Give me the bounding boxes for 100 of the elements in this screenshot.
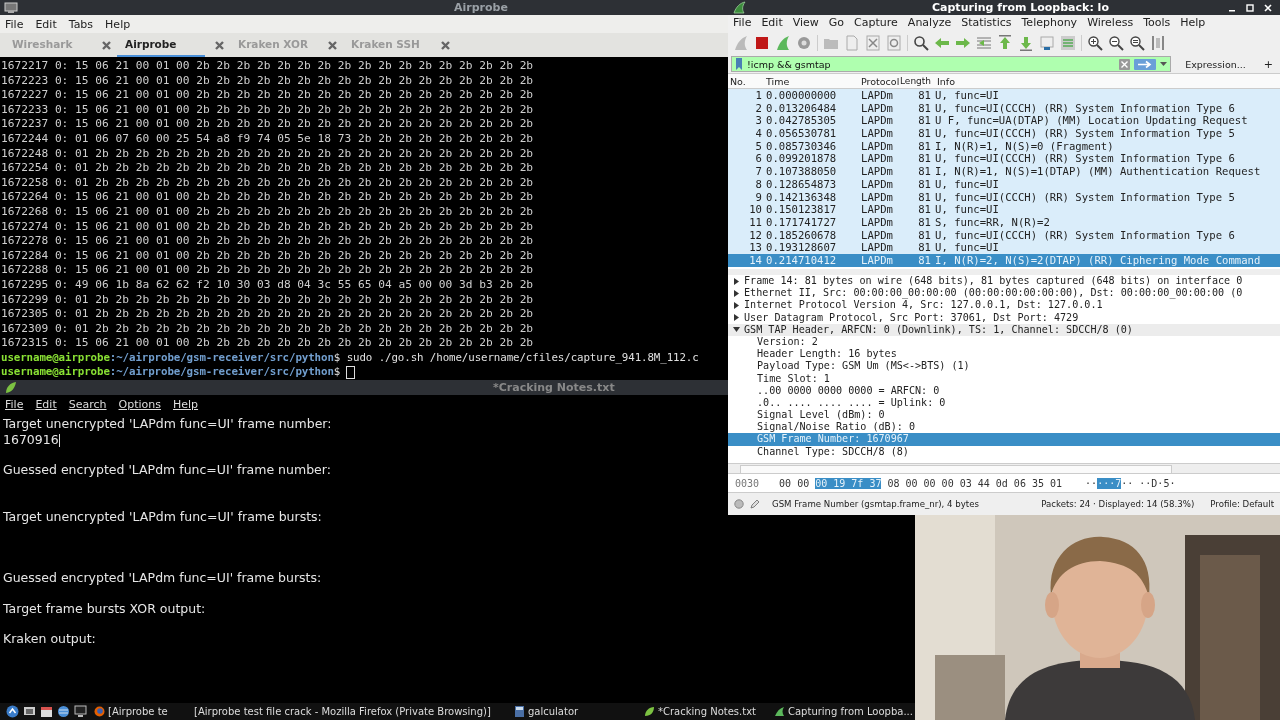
tree-item[interactable]: Signal Level (dBm): 0 <box>728 409 1280 422</box>
leaf-icon <box>644 706 655 717</box>
packet-row[interactable]: 10 0.150123817 LAPDm 81 U, func=UI <box>728 203 1280 216</box>
settings-icon[interactable] <box>796 34 812 51</box>
restart-icon[interactable] <box>775 34 791 51</box>
packet-row[interactable]: 4 0.056530781 LAPDm 81 U, func=UI(CCCH) (RR) System Information Type 5 <box>728 127 1280 140</box>
column-header[interactable]: Time <box>766 75 861 87</box>
column-header[interactable]: Length <box>900 76 937 86</box>
packet-row[interactable]: 6 0.099201878 LAPDm 81 U, func=UI(CCCH) (RR) System Information Type 6 <box>728 152 1280 166</box>
reload-icon[interactable] <box>886 34 902 51</box>
tree-item[interactable]: Header Length: 16 bytes <box>728 348 1280 361</box>
packet-row[interactable]: 13 0.193128607 LAPDm 81 U, func=UI <box>728 241 1280 254</box>
desktop-icon[interactable] <box>23 705 36 718</box>
hex-bytes: 00 00 03 44 0d 06 35 01 <box>923 477 1063 489</box>
menu-item[interactable]: Edit <box>35 397 57 411</box>
column-header[interactable]: No. <box>728 75 766 87</box>
table-cell-text: 14 <box>748 253 762 267</box>
menu-item[interactable]: Tools <box>1143 16 1171 29</box>
menu-item[interactable]: Wireless <box>1087 16 1134 29</box>
table-cell-text: 0.000000000 <box>765 89 838 102</box>
menu-item[interactable]: Help <box>105 17 131 31</box>
filter-field[interactable]: !icmp && gsmtap <box>731 56 1172 72</box>
packet-row[interactable]: 1 0.000000000 LAPDm 81 U, func=UI <box>728 89 1280 102</box>
menu-item[interactable]: File <box>5 397 24 411</box>
menu-item[interactable]: Tabs <box>68 17 94 31</box>
table-cell-text: 81 <box>917 139 931 153</box>
pencil-icon[interactable] <box>750 499 760 509</box>
collapse-arrow-icon[interactable] <box>733 326 740 334</box>
packet-row[interactable]: 7 0.107388050 LAPDm 81 I, N(R)=1, N(S)=1(DTAP) (MM) Authentication Request <box>728 165 1280 178</box>
taskbar-item[interactable]: *Cracking Notes.txt <box>641 704 767 719</box>
tree-item[interactable]: User Datagram Protocol, Src Port: 37061, Dst Port: 4729 <box>728 311 1280 324</box>
monitor-icon[interactable] <box>74 705 87 718</box>
menu-item[interactable]: Analyze <box>907 16 952 29</box>
tree-item[interactable]: ..00 0000 0000 0000 = ARFCN: 0 <box>728 384 1280 397</box>
table-cell-text: I, N(R)=1, N(S)=0 (Fragment) <box>934 139 1114 153</box>
taskbar-item[interactable]: galculator <box>511 704 637 719</box>
zoom-reset-icon[interactable] <box>1129 34 1145 51</box>
packet-row[interactable]: 3 0.042785305 LAPDm 81 U F, func=UA(DTAP) (MM) Location Updating Request <box>728 114 1280 128</box>
taskbar-item[interactable]: [Airprobe te <box>91 704 187 719</box>
clear-icon[interactable] <box>1119 58 1131 70</box>
menu-item[interactable]: File <box>733 16 752 29</box>
menu-item[interactable]: Statistics <box>961 16 1012 29</box>
column-header[interactable]: Protocol <box>861 75 900 87</box>
table-cell-text: 0.185260678 <box>765 228 838 242</box>
zoom-out-icon[interactable] <box>1108 34 1124 51</box>
menu-item[interactable]: Search <box>68 397 107 411</box>
terminal-line: 1672248 0: 01 2b 2b 2b 2b 2b 2b 2b 2b 2b 2b 2b 2b 2b 2b 2b 2b 2b 2b 2b 2b 2b 2b <box>0 146 535 162</box>
tree-item[interactable]: Frame 14: 81 bytes on wire (648 bits), 81 bytes captured (648 bits) on interface 0 <box>728 275 1280 288</box>
terminal-line: 1672227 0: 15 06 21 00 01 00 2b 2b 2b 2b 2b 2b 2b 2b 2b 2b 2b 2b 2b 2b 2b 2b 2b <box>0 88 535 103</box>
down-arrow-icon[interactable] <box>1018 34 1034 51</box>
menu-item[interactable]: Telephony <box>1021 16 1078 29</box>
tree-item[interactable]: Version: 2 <box>728 335 1280 349</box>
dropdown-caret-icon[interactable] <box>1160 61 1168 67</box>
menu-item[interactable]: Help <box>1180 16 1206 29</box>
menu-item[interactable]: View <box>792 16 819 29</box>
stop-icon[interactable] <box>754 34 770 51</box>
menu-item[interactable]: File <box>5 17 24 31</box>
tree-item[interactable]: Internet Protocol Version 4, Src: 127.0.0.1, Dst: 127.0.0.1 <box>728 299 1280 312</box>
up-arrow-icon[interactable] <box>997 34 1013 51</box>
tree-item[interactable]: Signal/Noise Ratio (dB): 0 <box>728 421 1280 434</box>
maximize-icon[interactable] <box>1246 3 1254 12</box>
hex-bytes: 00 00 <box>779 477 810 489</box>
search-icon[interactable] <box>913 34 929 51</box>
file-manager-icon[interactable] <box>40 705 53 718</box>
close-file-icon[interactable] <box>865 34 881 51</box>
taskbar-item[interactable]: Capturing from Loopba... <box>771 704 916 719</box>
prompt-path: :~/airprobe/gsm-receiver/src/python <box>109 365 334 379</box>
column-header[interactable]: Info <box>937 75 1280 87</box>
tree-item[interactable]: Ethernet II, Src: 00:00:00_00:00:00 (00:00:00:00:00:00), Dst: 00:00:00_00:00:00 (0 <box>728 287 1280 300</box>
menu-item[interactable]: Edit <box>35 17 57 31</box>
tree-item[interactable]: Payload Type: GSM Um (MS<->BTS) (1) <box>728 360 1280 373</box>
bookmark-icon[interactable] <box>735 58 743 70</box>
table-cell-text: 6 <box>754 152 762 166</box>
zoom-in-icon[interactable] <box>1087 34 1103 51</box>
menu-item[interactable]: Go <box>828 16 845 29</box>
table-cell-text: 5 <box>754 139 762 153</box>
table-cell-text: U F, func=UA(DTAP) (MM) Location Updating Request <box>934 114 1248 128</box>
globe-icon[interactable] <box>57 705 70 718</box>
menu-item[interactable]: Options <box>118 397 161 411</box>
command-text: $ sudo ./go.sh /home/username/cfiles/capture_941.8M_112.c <box>333 350 699 364</box>
expression-button[interactable]: Expression... <box>1177 58 1254 70</box>
scroll-icon[interactable] <box>1039 34 1055 51</box>
tree-item[interactable]: Channel Type: SDCCH/8 (8) <box>728 445 1280 458</box>
table-cell-text: 81 <box>917 228 931 242</box>
table-cell-text: 0.128654873 <box>765 177 838 191</box>
tree-item[interactable]: .0.. .... .... .... = Uplink: 0 <box>728 396 1280 410</box>
table-cell-text: U, func=UI(CCCH) (RR) System Information Type 6 <box>934 228 1235 242</box>
tree-item[interactable]: GSM TAP Header, ARFCN: 0 (Downlink), TS: 1, Channel: SDCCH/8 (0) <box>728 323 1280 336</box>
table-cell-text: 2 <box>754 101 762 115</box>
tree-item[interactable]: Time Slot: 1 <box>728 372 1280 385</box>
menu-item[interactable]: Help <box>173 397 199 411</box>
table-cell-text: LAPDm <box>861 215 894 229</box>
columns-icon[interactable] <box>1150 34 1166 51</box>
start-menu-icon[interactable] <box>6 705 19 718</box>
menu-item[interactable]: Capture <box>854 16 898 29</box>
add-filter-button[interactable]: + <box>1259 57 1277 71</box>
terminal-line: 1672244 0: 01 06 07 60 00 25 54 a8 f9 74 05 5e 18 73 2b 2b 2b 2b 2b 2b 2b 2b 2b <box>0 131 535 147</box>
status-circle-icon[interactable] <box>734 499 744 509</box>
terminal-line: 1672223 0: 15 06 21 00 01 00 2b 2b 2b 2b 2b 2b 2b 2b 2b 2b 2b 2b 2b 2b 2b 2b 2b <box>0 73 535 89</box>
menu-item[interactable]: Edit <box>761 16 783 29</box>
